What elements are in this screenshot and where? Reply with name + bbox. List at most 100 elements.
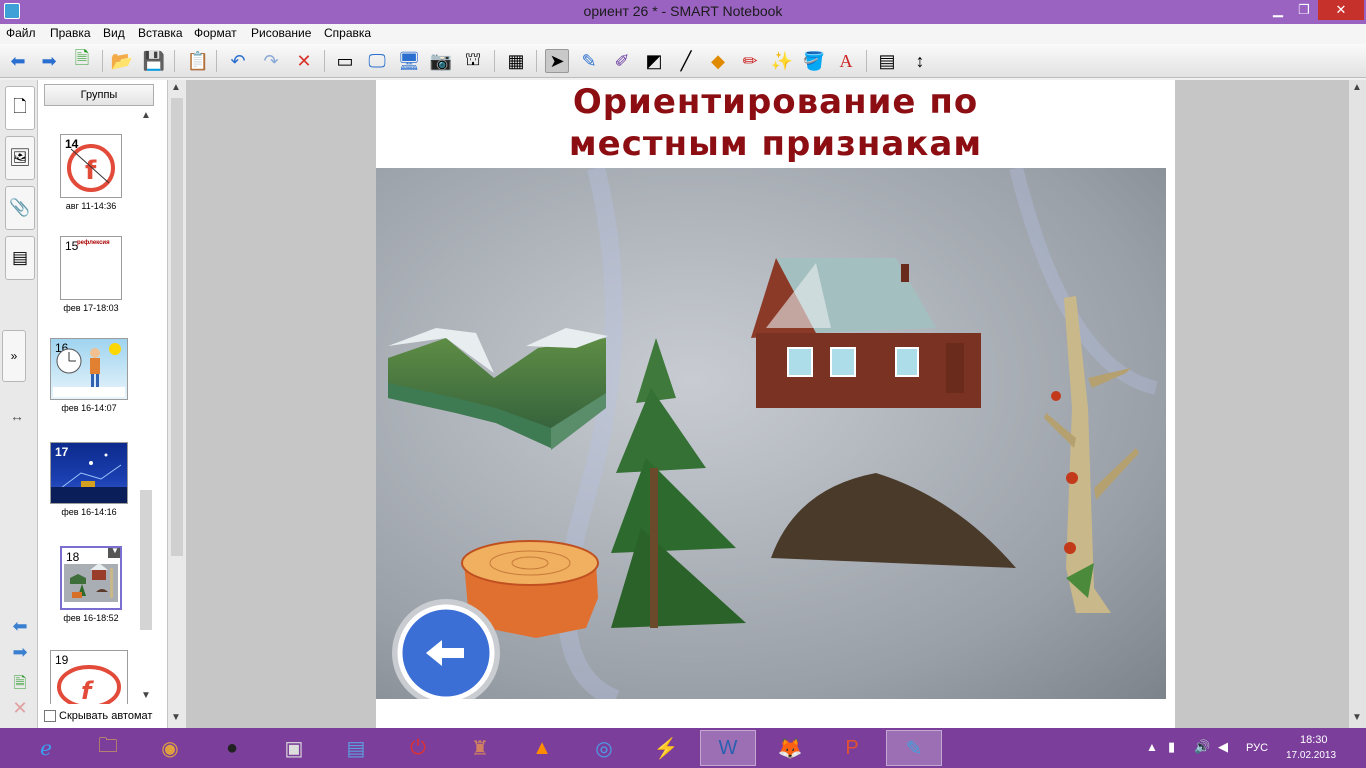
paste-icon[interactable]: 📋 — [186, 49, 210, 73]
open-icon[interactable]: 📂 — [110, 49, 134, 73]
page-sorter-tab[interactable]: 🗋 — [5, 86, 35, 130]
vlc-icon[interactable]: ▲ — [514, 730, 570, 766]
text-icon[interactable]: A — [834, 49, 858, 73]
screen-shade-icon[interactable]: ▭ — [333, 49, 357, 73]
scrollbar-thumb[interactable] — [140, 490, 152, 630]
page-thumbnail-16[interactable]: 16 фев 16-14:07 — [50, 338, 128, 413]
page-thumbnail-17[interactable]: 17 фев 16-14:16 — [50, 442, 128, 517]
scroll-down-icon[interactable]: ▼ — [1352, 712, 1362, 723]
menu-bar: Файл Правка Вид Вставка Формат Рисование… — [0, 24, 1366, 44]
speaker-app-icon[interactable]: ● — [204, 730, 260, 766]
add-page-icon[interactable]: 🗎 — [70, 48, 94, 73]
page-thumbnail-15[interactable]: 15 рефлексия фев 17-18:03 — [60, 236, 130, 313]
internet-explorer-icon[interactable]: ℯ — [18, 730, 74, 766]
minimize-button[interactable]: ▁ — [1266, 0, 1290, 20]
pen-icon[interactable]: ✎ — [577, 49, 601, 73]
window-title: ориент 26 * - SMART Notebook — [583, 3, 783, 19]
landmarks-illustration[interactable] — [376, 168, 1166, 699]
screen-capture-icon[interactable]: 📷 — [429, 49, 453, 73]
undo-icon[interactable]: ↶ — [226, 49, 250, 73]
gallery-tab[interactable]: 🖼 — [5, 136, 35, 180]
fill-pen-icon[interactable]: ✏ — [738, 49, 762, 73]
back-icon[interactable]: ⬅ — [6, 49, 30, 73]
page-title[interactable]: Ориентирование по местным признакам — [376, 81, 1175, 165]
menu-edit[interactable]: Правка — [50, 26, 91, 40]
doc-icon[interactable]: ▣ — [266, 730, 322, 766]
page-thumbnail-18[interactable]: 18 ▼ фев 16-18:52 — [60, 546, 130, 623]
powerpoint-icon[interactable]: P — [824, 730, 880, 766]
save-icon[interactable]: 💾 — [142, 49, 166, 73]
scroll-up-icon[interactable]: ▲ — [1352, 82, 1362, 93]
dual-page-icon[interactable]: 🖥 — [397, 49, 421, 73]
page-date: фев 17-18:03 — [63, 303, 119, 313]
menu-draw[interactable]: Рисование — [251, 26, 311, 40]
scroll-up-icon[interactable]: ▲ — [138, 110, 154, 121]
clock-date[interactable]: 17.02.2013 — [1286, 750, 1336, 761]
network-icon[interactable]: ▮ — [1168, 739, 1175, 755]
collapse-tab[interactable]: » — [2, 330, 26, 382]
scroll-up-icon[interactable]: ▲ — [171, 82, 181, 93]
groups-button[interactable]: Группы — [44, 84, 154, 106]
move-toolbar-icon[interactable]: ↕ — [908, 49, 932, 73]
properties-icon[interactable]: ▤ — [875, 49, 899, 73]
select-icon[interactable]: ➤ — [545, 49, 569, 73]
delete-icon[interactable]: ✕ — [292, 49, 316, 73]
scrollbar-thumb[interactable] — [171, 98, 183, 556]
resize-arrows-icon[interactable]: ↔ — [10, 408, 24, 424]
shapes-icon[interactable]: ◆ — [706, 49, 730, 73]
thumbnail-menu-button[interactable]: ▼ — [108, 548, 120, 558]
forward-icon[interactable]: ➡ — [37, 49, 61, 73]
firefox-icon[interactable]: 🦊 — [762, 730, 818, 766]
sorter-scrollbar[interactable]: ▲ ▼ — [138, 108, 154, 704]
redo-icon[interactable]: ↷ — [259, 49, 283, 73]
page-sorter: Группы 14 f авг 11-14:36 15 рефлексия фе… — [38, 80, 168, 728]
menu-file[interactable]: Файл — [6, 26, 36, 40]
hide-auto-checkbox[interactable]: Скрывать автомат — [44, 710, 152, 722]
panel-scrollbar[interactable]: ▲ ▼ — [168, 80, 186, 728]
fill-icon[interactable]: 🪣 — [802, 49, 826, 73]
word-icon[interactable]: W — [700, 730, 756, 766]
previous-page-icon[interactable]: ⬅ — [8, 616, 32, 636]
game-icon[interactable]: ♜ — [452, 730, 508, 766]
tool-icon[interactable]: ▤ — [328, 730, 384, 766]
file-explorer-icon[interactable]: 🗀 — [80, 730, 136, 766]
language-indicator[interactable]: РУС — [1246, 742, 1268, 754]
scroll-down-icon[interactable]: ▼ — [138, 690, 154, 701]
tray-arrow-icon[interactable]: ▲ — [1146, 740, 1158, 754]
house-illustration — [751, 258, 981, 408]
document-camera-icon[interactable]: ⛫ — [461, 49, 485, 73]
smart-notebook-icon[interactable]: ✎ — [886, 730, 942, 766]
menu-format[interactable]: Формат — [194, 26, 237, 40]
menu-help[interactable]: Справка — [324, 26, 371, 40]
line-icon[interactable]: ╱ — [674, 49, 698, 73]
speaker-icon[interactable]: 🔊 — [1194, 739, 1210, 755]
toolbar: ⬅ ➡ 🗎 📂 💾 📋 ↶ ↷ ✕ ▭ 🖵 🖥 📷 ⛫ ▦ ➤ ✎ ✐ ◩ ╱ … — [0, 44, 1366, 78]
slash-icon[interactable]: ⚡ — [638, 730, 694, 766]
eraser-icon[interactable]: ◩ — [642, 49, 666, 73]
media-icon[interactable]: ◉ — [142, 730, 198, 766]
gallery-icon: 🖼 — [9, 148, 31, 167]
properties-tab[interactable]: ▤ — [5, 236, 35, 280]
delete-page-icon[interactable]: ✕ — [8, 698, 32, 718]
page-thumbnail-14[interactable]: 14 f авг 11-14:36 — [60, 134, 130, 211]
eye-icon[interactable]: ◎ — [576, 730, 632, 766]
full-screen-icon[interactable]: 🖵 — [365, 49, 389, 73]
clock-time[interactable]: 18:30 — [1300, 734, 1328, 746]
page-thumbnail-19[interactable]: 19 f — [50, 650, 128, 704]
attachments-tab[interactable]: 📎 — [5, 186, 35, 230]
menu-view[interactable]: Вид — [103, 26, 125, 40]
add-page-icon[interactable]: 🗎 — [8, 672, 32, 692]
notebook-page[interactable]: Ориентирование по местным признакам — [376, 80, 1175, 728]
close-button[interactable]: ✕ — [1318, 0, 1364, 20]
volume-icon[interactable]: ◀ — [1218, 739, 1228, 755]
menu-insert[interactable]: Вставка — [138, 26, 183, 40]
magic-pen-icon[interactable]: ✨ — [770, 49, 794, 73]
scroll-down-icon[interactable]: ▼ — [171, 712, 181, 723]
table-icon[interactable]: ▦ — [504, 49, 528, 73]
power-icon[interactable]: ⏻ — [390, 730, 446, 766]
canvas-scrollbar[interactable]: ▲ ▼ — [1348, 80, 1366, 728]
checkbox-box[interactable] — [44, 710, 56, 722]
maximize-button[interactable]: ❐ — [1292, 0, 1316, 20]
next-page-icon[interactable]: ➡ — [8, 642, 32, 662]
creative-pen-icon[interactable]: ✐ — [610, 49, 634, 73]
